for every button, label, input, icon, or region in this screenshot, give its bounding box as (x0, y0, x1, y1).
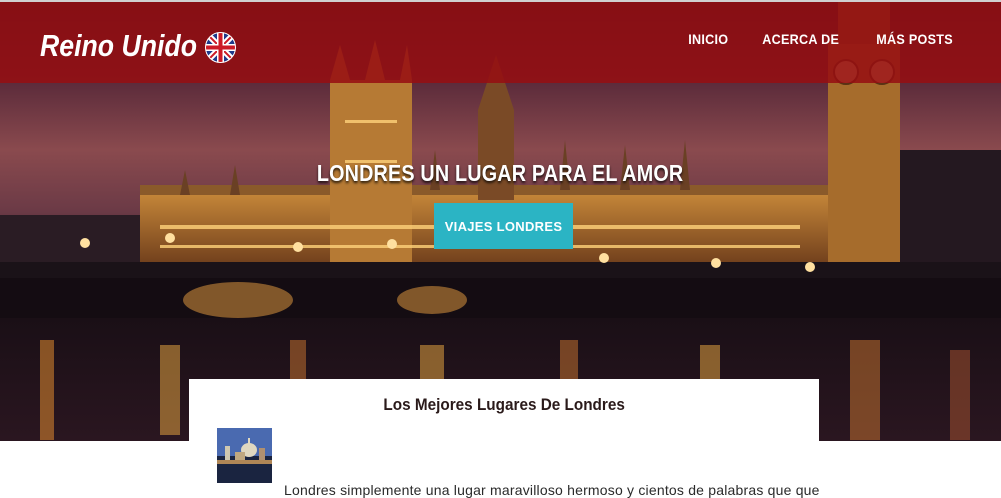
site-header: Reino Unido INICIO ACERCA DE MÁS POSTS (0, 0, 1001, 83)
main-nav: INICIO ACERCA DE MÁS POSTS (686, 31, 957, 47)
viajes-londres-button[interactable]: VIAJES LONDRES (434, 203, 573, 249)
hero-title-text: LONDRES UN LUGAR PARA EL AMOR (317, 160, 684, 186)
hero-section: Reino Unido INICIO ACERCA DE MÁS POSTS L… (0, 0, 1001, 441)
post-thumbnail[interactable] (217, 428, 272, 483)
nav-acerca-de[interactable]: ACERCA DE (763, 31, 840, 47)
uk-flag-icon (205, 32, 236, 63)
post-card: Los Mejores Lugares De Londres (189, 379, 819, 498)
nav-inicio[interactable]: INICIO (688, 31, 728, 47)
site-brand[interactable]: Reino Unido (40, 28, 197, 64)
nav-mas-posts[interactable]: MÁS POSTS (876, 31, 953, 47)
post-excerpt: Londres simplemente una lugar maravillos… (284, 482, 820, 498)
post-title-text[interactable]: Los Mejores Lugares De Londres (383, 395, 624, 415)
post-title: Los Mejores Lugares De Londres (189, 395, 819, 415)
hero-title: LONDRES UN LUGAR PARA EL AMOR (0, 160, 1001, 187)
